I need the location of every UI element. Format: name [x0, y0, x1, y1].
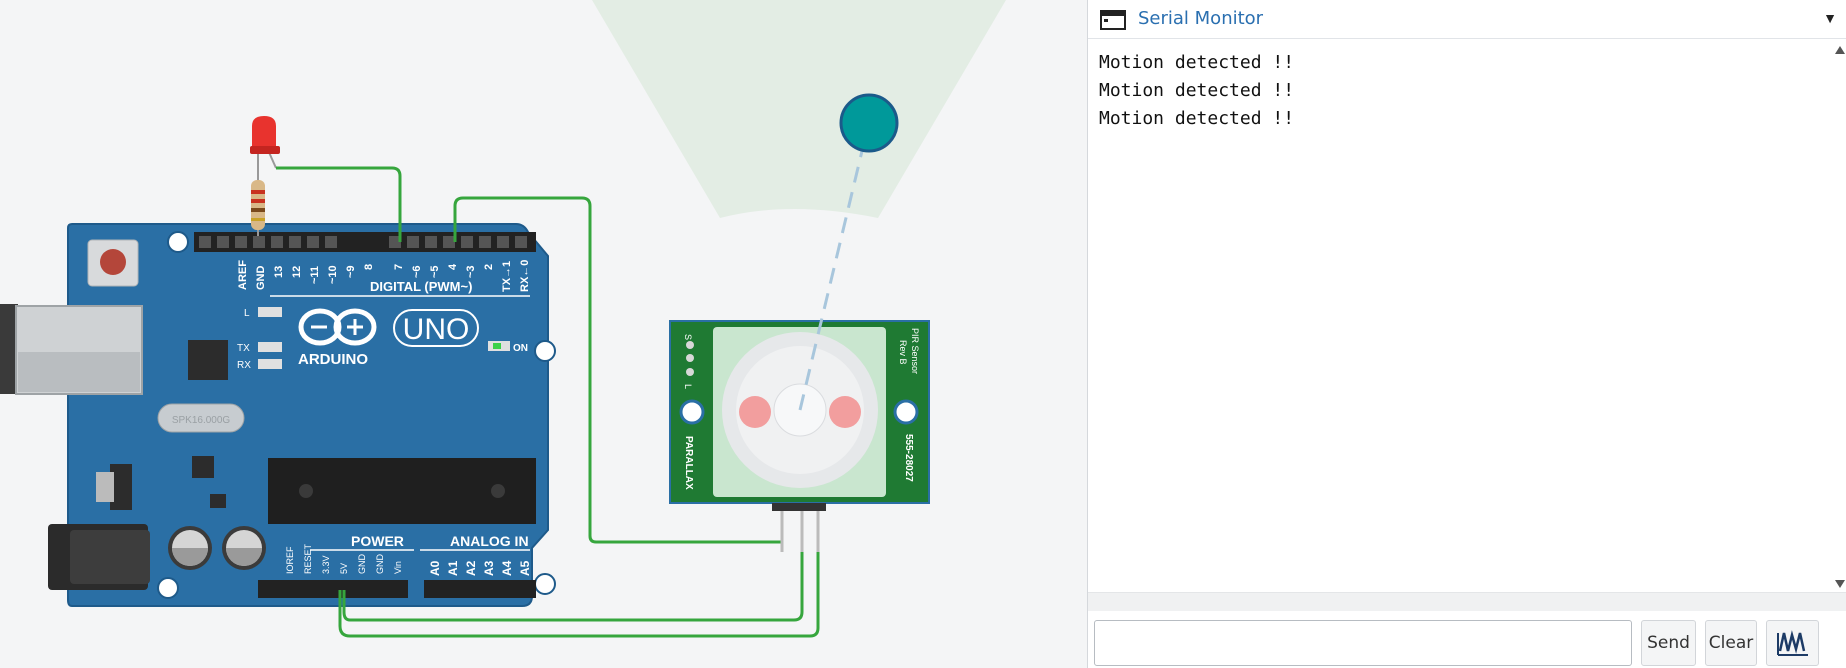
model-label: UNO: [403, 313, 470, 346]
pin-label: ~9: [345, 265, 357, 278]
graph-toggle-button[interactable]: [1766, 620, 1819, 666]
pin-label: ~5: [429, 265, 441, 278]
waveform-graph-icon: [1776, 630, 1808, 656]
pin-label: A1: [446, 560, 460, 576]
pin-label: ~3: [465, 265, 477, 278]
on-label: ON: [513, 343, 528, 354]
pir-detection-cone: [592, 0, 1006, 218]
pin-label: 5V: [339, 563, 349, 574]
pin-label: A0: [428, 560, 442, 576]
serial-output: Motion detected !! Motion detected !! Mo…: [1088, 40, 1832, 592]
pin-label: 3.3V: [321, 555, 331, 574]
pin-label: TX→1: [501, 261, 513, 292]
crystal-label: SPK16.000G: [172, 415, 231, 426]
pir-rev-label: Rev B: [898, 340, 908, 365]
scroll-down-icon[interactable]: [1835, 580, 1845, 588]
ir-element: [739, 396, 771, 428]
send-button[interactable]: Send: [1641, 620, 1696, 666]
pir-part-label: 555-28027: [903, 434, 914, 482]
pin-label: GND: [357, 554, 367, 575]
pin-label: GND: [255, 266, 267, 291]
analog-header: [424, 580, 536, 598]
red-led[interactable]: [250, 116, 280, 169]
mount-hole: [157, 577, 179, 599]
serial-monitor-panel: Serial Monitor ▼ Motion detected !! Moti…: [1087, 0, 1846, 668]
serial-monitor-title: Serial Monitor: [1138, 8, 1264, 29]
clear-button[interactable]: Clear: [1705, 620, 1757, 666]
pir-pin-label: L: [683, 384, 693, 389]
led-label-l: L: [244, 308, 250, 319]
pin-label: ~11: [309, 266, 321, 284]
pir-pin-label: S: [683, 334, 693, 340]
mount-hole: [167, 231, 189, 253]
serial-input[interactable]: [1094, 620, 1632, 666]
pin-label: A5: [518, 560, 532, 576]
output-line: Motion detected !!: [1099, 80, 1295, 101]
vertical-scrollbar[interactable]: [1832, 40, 1846, 592]
scroll-up-icon[interactable]: [1835, 46, 1845, 54]
pin-label: IOREF: [285, 546, 295, 574]
pin-label: RESET: [303, 543, 313, 574]
mount-hole: [679, 399, 705, 425]
window-icon: [1100, 10, 1126, 30]
power-header: [258, 580, 408, 598]
chevron-down-icon[interactable]: ▼: [1823, 10, 1837, 26]
pin-label: RX←0: [519, 260, 531, 292]
output-line: Motion detected !!: [1099, 108, 1295, 129]
pin-label: ~6: [411, 265, 423, 278]
horizontal-scrollbar[interactable]: [1088, 592, 1846, 611]
output-line: Motion detected !!: [1099, 52, 1295, 73]
pin-label: 13: [273, 266, 285, 278]
led-label-rx: RX: [237, 360, 251, 371]
power-label: POWER: [351, 533, 404, 549]
pin-label: 12: [291, 266, 303, 278]
pin-label: AREF: [237, 260, 249, 290]
mount-hole: [893, 399, 919, 425]
arduino-uno-board[interactable]: SPK16.000G AREF GND 13 12 ~11 ~10 ~9 8 7…: [0, 223, 556, 607]
pin-label: GND: [375, 554, 385, 575]
pir-title-label: PIR Sensor: [910, 328, 920, 374]
pin-label: 4: [447, 263, 459, 270]
pin-label: 8: [363, 264, 375, 270]
pin-label: Vin: [393, 561, 403, 574]
pin-label: A3: [482, 560, 496, 576]
circuit-canvas[interactable]: SPK16.000G AREF GND 13 12 ~11 ~10 ~9 8 7…: [0, 0, 1085, 668]
pir-maker-label: PARALLAX: [683, 436, 694, 490]
serial-monitor-header: Serial Monitor ▼: [1088, 0, 1846, 39]
led-label-tx: TX: [237, 343, 250, 354]
brand-label: ARDUINO: [298, 351, 368, 368]
mount-hole: [534, 340, 556, 362]
analog-label: ANALOG IN: [450, 533, 529, 549]
pin-label: 2: [483, 264, 495, 270]
mount-hole: [534, 573, 556, 595]
resistor: [251, 168, 265, 236]
pir-sensor[interactable]: S L PARALLAX PIR Sensor Rev B 555-28027: [669, 320, 930, 552]
digital-header-label: DIGITAL (PWM~): [370, 279, 472, 294]
pin-label: 7: [393, 264, 405, 270]
ir-element: [829, 396, 861, 428]
pin-label: ~10: [327, 265, 339, 284]
pin-label: A4: [500, 560, 514, 576]
motion-target[interactable]: [839, 93, 899, 153]
pin-label: A2: [464, 560, 478, 576]
